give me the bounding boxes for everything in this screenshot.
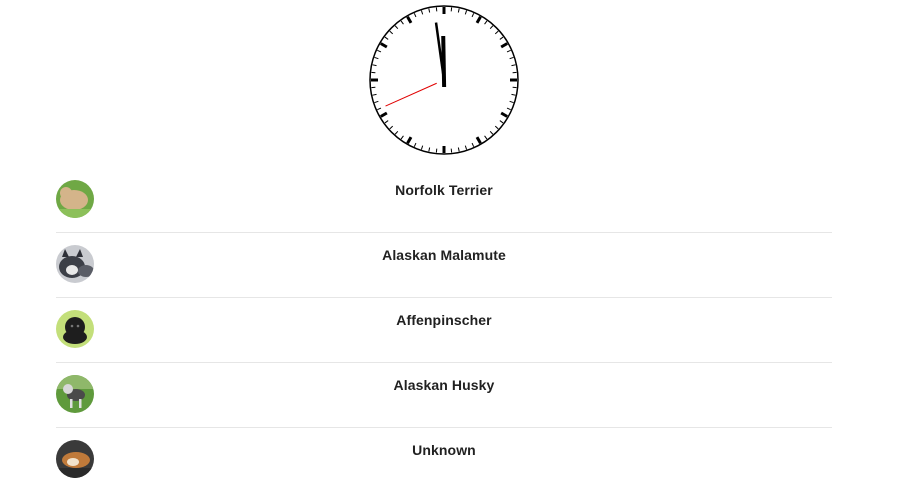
dog-name: Alaskan Malamute xyxy=(382,247,506,263)
dog-name: Alaskan Husky xyxy=(393,377,495,393)
dog-name: Unknown xyxy=(412,442,476,458)
list-item[interactable]: Norfolk Terrier xyxy=(56,168,832,233)
list-item[interactable]: Unknown xyxy=(56,428,832,489)
list-item[interactable]: Affenpinscher xyxy=(56,298,832,363)
analog-clock xyxy=(367,3,521,157)
dog-name: Norfolk Terrier xyxy=(395,182,493,198)
dog-list: Norfolk Terrier Alaskan Malamute Affenpi… xyxy=(56,168,832,489)
dog-name: Affenpinscher xyxy=(396,312,492,328)
list-item[interactable]: Alaskan Malamute xyxy=(56,233,832,298)
list-item[interactable]: Alaskan Husky xyxy=(56,363,832,428)
page: Norfolk Terrier Alaskan Malamute Affenpi… xyxy=(0,0,906,489)
